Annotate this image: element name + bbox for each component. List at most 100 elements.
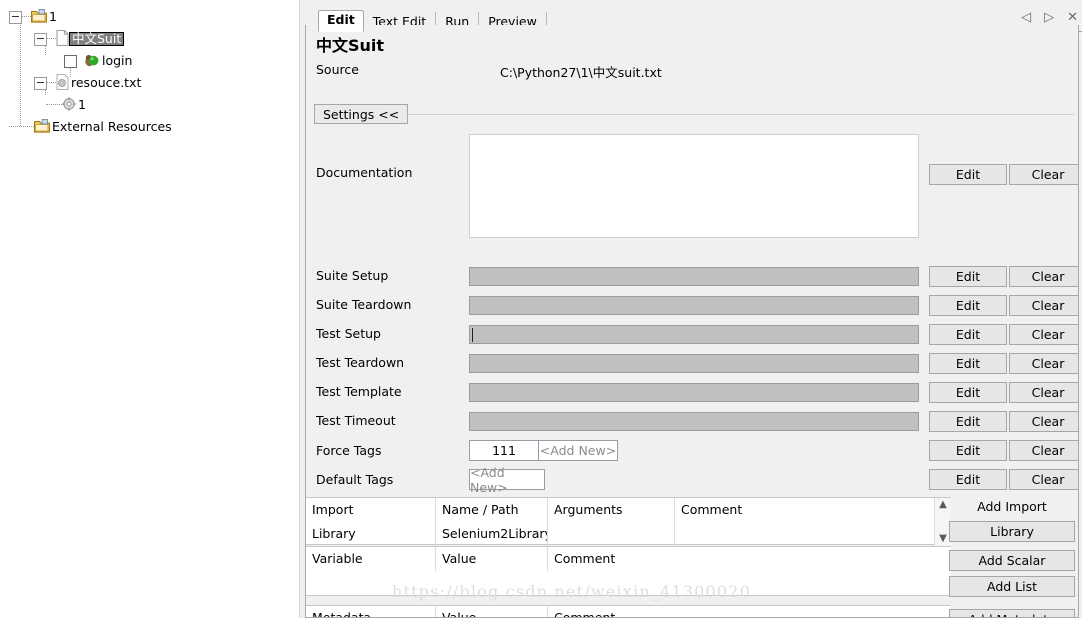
- clear-button-test-timeout[interactable]: Clear: [1009, 411, 1078, 432]
- column-header-import: Import: [306, 498, 436, 522]
- expander-icon-root[interactable]: [9, 10, 22, 24]
- clear-button-documentation[interactable]: Clear: [1009, 164, 1078, 185]
- tree-node-login[interactable]: login: [0, 50, 299, 72]
- edit-button-documentation[interactable]: Edit: [929, 164, 1007, 185]
- expander-icon-suite[interactable]: [34, 32, 47, 46]
- clear-button-test-template[interactable]: Clear: [1009, 382, 1078, 403]
- tree-node-resource[interactable]: resouce.txt: [0, 72, 299, 94]
- gear-icon: [62, 96, 76, 114]
- row-label-test-template: Test Template: [316, 384, 402, 399]
- settings-row-suite-teardown: Suite Teardown Edit Clear: [306, 294, 1078, 323]
- cell-import-name[interactable]: Selenium2Library: [436, 522, 548, 546]
- settings-row-force-tags: Force Tags 111 <Add New> Edit Clear: [306, 439, 1078, 468]
- column-header-comment: Comment: [681, 502, 743, 517]
- column-header-value: Value: [436, 547, 548, 571]
- force-tags-add-new[interactable]: <Add New>: [538, 440, 618, 461]
- tree-node-external-resources[interactable]: External Resources: [0, 116, 299, 138]
- tree-node-resource-child[interactable]: 1: [0, 94, 299, 116]
- scroll-down-icon[interactable]: ▼: [939, 532, 947, 546]
- page-icon: [56, 29, 69, 49]
- table-header-row: Variable Value Comment: [306, 547, 951, 571]
- test-checkbox[interactable]: [64, 54, 77, 68]
- cell-import-arguments[interactable]: [548, 522, 675, 546]
- column-header-comment: Comment: [554, 610, 616, 618]
- expander-icon-resource[interactable]: [34, 76, 47, 90]
- folder-icon: [31, 8, 47, 26]
- row-label-test-setup: Test Setup: [316, 326, 381, 341]
- source-path-value: C:\Python27\1\中文suit.txt: [500, 65, 662, 80]
- column-header-value: Value: [436, 606, 548, 617]
- edit-button-test-timeout[interactable]: Edit: [929, 411, 1007, 432]
- clear-button-force-tags[interactable]: Clear: [1009, 440, 1078, 461]
- tree-node-root[interactable]: 1: [0, 6, 299, 28]
- prev-tab-icon[interactable]: ◁: [1021, 11, 1031, 24]
- table-empty-row[interactable]: [306, 571, 951, 595]
- add-list-button[interactable]: Add List: [949, 576, 1075, 597]
- table-header-row: Metadata Value Comment: [306, 606, 951, 618]
- clear-button-default-tags[interactable]: Clear: [1009, 469, 1078, 490]
- editor-panel: Edit Text Edit Run Preview ◁ ▷ ✕ 中文Suit …: [305, 0, 1082, 618]
- suite-teardown-input[interactable]: [469, 296, 919, 315]
- close-icon[interactable]: ✕: [1067, 11, 1078, 24]
- tree-node-label: login: [102, 52, 133, 68]
- edit-button-suite-teardown[interactable]: Edit: [929, 295, 1007, 316]
- clear-button-suite-setup[interactable]: Clear: [1009, 266, 1078, 287]
- force-tag-value[interactable]: 111: [469, 440, 539, 461]
- settings-divider: [406, 114, 1074, 115]
- suite-setup-input[interactable]: [469, 267, 919, 286]
- clear-button-suite-teardown[interactable]: Clear: [1009, 295, 1078, 316]
- page-title: 中文Suit: [316, 36, 385, 55]
- column-header-arguments: Arguments: [548, 498, 675, 522]
- test-setup-input[interactable]: [469, 325, 919, 344]
- clear-button-test-setup[interactable]: Clear: [1009, 324, 1078, 345]
- next-tab-icon[interactable]: ▷: [1044, 11, 1054, 24]
- column-header-comment: Comment: [554, 551, 616, 566]
- settings-row-test-template: Test Template Edit Clear: [306, 381, 1078, 410]
- edit-button-default-tags[interactable]: Edit: [929, 469, 1007, 490]
- row-label-documentation: Documentation: [316, 165, 413, 180]
- settings-toggle-button[interactable]: Settings <<: [314, 104, 409, 124]
- library-button[interactable]: Library: [949, 521, 1075, 542]
- cell-import-type[interactable]: Library: [306, 522, 436, 546]
- row-label-test-teardown: Test Teardown: [316, 355, 405, 370]
- test-template-input[interactable]: [469, 383, 919, 402]
- edit-button-test-template[interactable]: Edit: [929, 382, 1007, 403]
- test-timeout-input[interactable]: [469, 412, 919, 431]
- import-table[interactable]: Import Name / Path Arguments Comment Lib…: [306, 497, 951, 546]
- add-scalar-button[interactable]: Add Scalar: [949, 550, 1075, 571]
- source-label: Source: [316, 62, 359, 77]
- row-label-default-tags: Default Tags: [316, 472, 394, 487]
- add-import-label: Add Import: [977, 499, 1047, 514]
- column-header-name-path: Name / Path: [436, 498, 548, 522]
- application-window: 1 中文Suit login resouce.txt 1 External Re…: [0, 0, 1082, 618]
- edit-button-suite-setup[interactable]: Edit: [929, 266, 1007, 287]
- tree-node-label: 1: [49, 8, 57, 24]
- column-header-variable: Variable: [306, 547, 436, 571]
- settings-row-suite-setup: Suite Setup Edit Clear: [306, 265, 1078, 294]
- default-tags-add-new[interactable]: <Add New>: [469, 465, 545, 495]
- robot-icon: [83, 53, 100, 70]
- tab-controls: ◁ ▷ ✕: [1021, 11, 1078, 24]
- table-row[interactable]: Library Selenium2Library: [306, 522, 951, 546]
- cell-import-comment[interactable]: [675, 522, 937, 546]
- clear-button-test-teardown[interactable]: Clear: [1009, 353, 1078, 374]
- tab-edit[interactable]: Edit: [318, 10, 364, 32]
- variable-table[interactable]: Variable Value Comment: [306, 546, 951, 596]
- edit-button-test-setup[interactable]: Edit: [929, 324, 1007, 345]
- text-cursor: [472, 328, 473, 342]
- project-tree-panel[interactable]: 1 中文Suit login resouce.txt 1 External Re…: [0, 0, 299, 618]
- column-header-metadata: Metadata: [306, 606, 436, 617]
- tree-node-suite[interactable]: 中文Suit: [0, 28, 299, 50]
- table-header-row: Import Name / Path Arguments Comment: [306, 498, 951, 522]
- tree-node-label: External Resources: [52, 118, 172, 134]
- metadata-table[interactable]: Metadata Value Comment: [306, 605, 951, 618]
- add-metadata-button[interactable]: Add Metadata: [949, 609, 1075, 617]
- documentation-textarea[interactable]: [469, 134, 919, 238]
- folder-icon: [34, 118, 50, 136]
- edit-button-force-tags[interactable]: Edit: [929, 440, 1007, 461]
- edit-button-test-teardown[interactable]: Edit: [929, 353, 1007, 374]
- tree-node-label-selected: 中文Suit: [69, 31, 125, 47]
- tree-node-label: resouce.txt: [71, 74, 142, 90]
- row-label-suite-setup: Suite Setup: [316, 268, 389, 283]
- test-teardown-input[interactable]: [469, 354, 919, 373]
